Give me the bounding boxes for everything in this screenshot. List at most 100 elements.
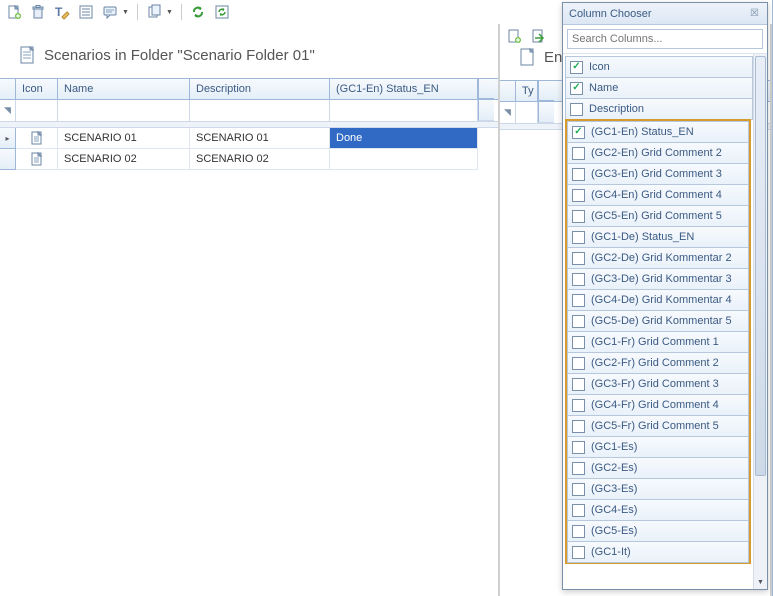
column-option-label: (GC4-En) Grid Comment 4 [591, 189, 722, 201]
checkbox[interactable] [570, 103, 583, 116]
column-option[interactable]: (GC5-En) Grid Comment 5 [567, 205, 749, 227]
column-option-label: (GC2-Es) [591, 462, 637, 474]
column-option[interactable]: (GC1-Es) [567, 436, 749, 458]
table-row[interactable]: SCENARIO 02SCENARIO 02 [0, 149, 498, 170]
column-option[interactable]: (GC2-Es) [567, 457, 749, 479]
column-option[interactable]: (GC5-Es) [567, 520, 749, 542]
column-option-label: (GC5-Fr) Grid Comment 5 [591, 420, 719, 432]
checkbox[interactable] [572, 315, 585, 328]
import-entity-icon[interactable] [528, 26, 548, 46]
checkbox[interactable] [572, 441, 585, 454]
checkbox[interactable] [572, 147, 585, 160]
checkbox[interactable] [572, 525, 585, 538]
scrollbar[interactable]: ▲ ▼ [753, 54, 767, 589]
refresh-icon[interactable] [188, 2, 208, 22]
new-icon[interactable] [4, 2, 24, 22]
col-header-icon[interactable]: Icon [16, 79, 58, 99]
checkbox[interactable] [572, 336, 585, 349]
checkbox[interactable] [572, 189, 585, 202]
column-option[interactable]: (GC4-De) Grid Kommentar 4 [567, 289, 749, 311]
column-option[interactable]: (GC4-En) Grid Comment 4 [567, 184, 749, 206]
filter-type-cell[interactable] [516, 102, 538, 123]
column-option[interactable]: Description [565, 98, 753, 120]
refresh-all-icon[interactable] [212, 2, 232, 22]
close-icon[interactable]: ☒ [748, 6, 761, 21]
checkbox[interactable] [572, 483, 585, 496]
column-option[interactable]: (GC2-Fr) Grid Comment 2 [567, 352, 749, 374]
column-option-label: (GC4-Fr) Grid Comment 4 [591, 399, 719, 411]
column-option[interactable]: Icon [565, 56, 753, 78]
column-option[interactable]: (GC1-It) [567, 541, 749, 563]
col-header-type[interactable]: Ty [516, 81, 538, 101]
scroll-down-icon[interactable]: ▼ [754, 575, 767, 589]
row-indicator-header [0, 79, 16, 99]
new-entity-icon[interactable] [504, 26, 524, 46]
column-option[interactable]: (GC1-En) Status_EN [567, 121, 749, 143]
column-option[interactable]: (GC1-Fr) Grid Comment 1 [567, 331, 749, 353]
copy-dropdown-icon[interactable]: ▼ [166, 9, 173, 16]
checkbox[interactable] [572, 504, 585, 517]
column-option[interactable]: (GC3-Fr) Grid Comment 3 [567, 373, 749, 395]
copy-icon[interactable] [144, 2, 164, 22]
scenarios-pane: Scenarios in Folder "Scenario Folder 01"… [0, 24, 500, 596]
cell-status[interactable]: Done [330, 128, 478, 149]
column-chooser-list: Icon Name Description (GC1-En) Status_EN (GC… [563, 54, 753, 589]
checkbox[interactable] [572, 231, 585, 244]
cell-description: SCENARIO 02 [190, 149, 330, 170]
column-option[interactable]: (GC4-Fr) Grid Comment 4 [567, 394, 749, 416]
scroll-thumb[interactable] [755, 56, 766, 476]
checkbox[interactable] [570, 61, 583, 74]
column-option[interactable]: (GC5-De) Grid Kommentar 5 [567, 310, 749, 332]
comment-icon[interactable] [100, 2, 120, 22]
filter-icon[interactable]: ◥ [500, 102, 516, 123]
checkbox[interactable] [572, 252, 585, 265]
column-option-label: (GC2-Fr) Grid Comment 2 [591, 357, 719, 369]
col-header-description[interactable]: Description [190, 79, 330, 99]
column-option-label: (GC2-En) Grid Comment 2 [591, 147, 722, 159]
checkbox[interactable] [572, 546, 585, 559]
filter-status-cell[interactable] [330, 100, 478, 121]
checkbox[interactable] [572, 357, 585, 370]
checkbox[interactable] [570, 82, 583, 95]
filter-icon-cell[interactable] [16, 100, 58, 121]
column-option[interactable]: (GC4-Es) [567, 499, 749, 521]
table-row[interactable]: SCENARIO 01SCENARIO 01Done [0, 128, 498, 149]
rename-icon[interactable]: T [52, 2, 72, 22]
checkbox[interactable] [572, 378, 585, 391]
column-option-label: (GC1-En) Status_EN [591, 126, 694, 138]
checkbox[interactable] [572, 126, 585, 139]
checkbox[interactable] [572, 168, 585, 181]
column-option[interactable]: (GC5-Fr) Grid Comment 5 [567, 415, 749, 437]
filter-name-cell[interactable] [58, 100, 190, 121]
checkbox[interactable] [572, 294, 585, 307]
col-header-status[interactable]: (GC1-En) Status_EN [330, 79, 478, 99]
column-option[interactable]: (GC3-En) Grid Comment 3 [567, 163, 749, 185]
column-option-label: (GC1-It) [591, 546, 631, 558]
column-option[interactable]: (GC1-De) Status_EN [567, 226, 749, 248]
grid-body: SCENARIO 01SCENARIO 01DoneSCENARIO 02SCE… [0, 128, 498, 596]
column-option[interactable]: (GC2-De) Grid Kommentar 2 [567, 247, 749, 269]
column-option-label: (GC4-De) Grid Kommentar 4 [591, 294, 732, 306]
column-option-label: Name [589, 82, 618, 94]
filter-desc-cell[interactable] [190, 100, 330, 121]
checkbox[interactable] [572, 273, 585, 286]
checkbox[interactable] [572, 420, 585, 433]
col-header-name[interactable]: Name [58, 79, 190, 99]
cell-description: SCENARIO 01 [190, 128, 330, 149]
comment-dropdown-icon[interactable]: ▼ [122, 9, 129, 16]
checkbox[interactable] [572, 210, 585, 223]
cell-status[interactable] [330, 149, 478, 170]
column-option-label: (GC3-Fr) Grid Comment 3 [591, 378, 719, 390]
checkbox[interactable] [572, 399, 585, 412]
search-columns-input[interactable] [567, 29, 763, 49]
list-icon[interactable] [76, 2, 96, 22]
checkbox[interactable] [572, 462, 585, 475]
filter-icon[interactable]: ◥ [0, 100, 16, 121]
column-option[interactable]: (GC3-De) Grid Kommentar 3 [567, 268, 749, 290]
column-option[interactable]: Name [565, 77, 753, 99]
column-option[interactable]: (GC2-En) Grid Comment 2 [567, 142, 749, 164]
delete-icon[interactable] [28, 2, 48, 22]
column-option-label: (GC5-Es) [591, 525, 637, 537]
column-option[interactable]: (GC3-Es) [567, 478, 749, 500]
column-option-label: (GC4-Es) [591, 504, 637, 516]
